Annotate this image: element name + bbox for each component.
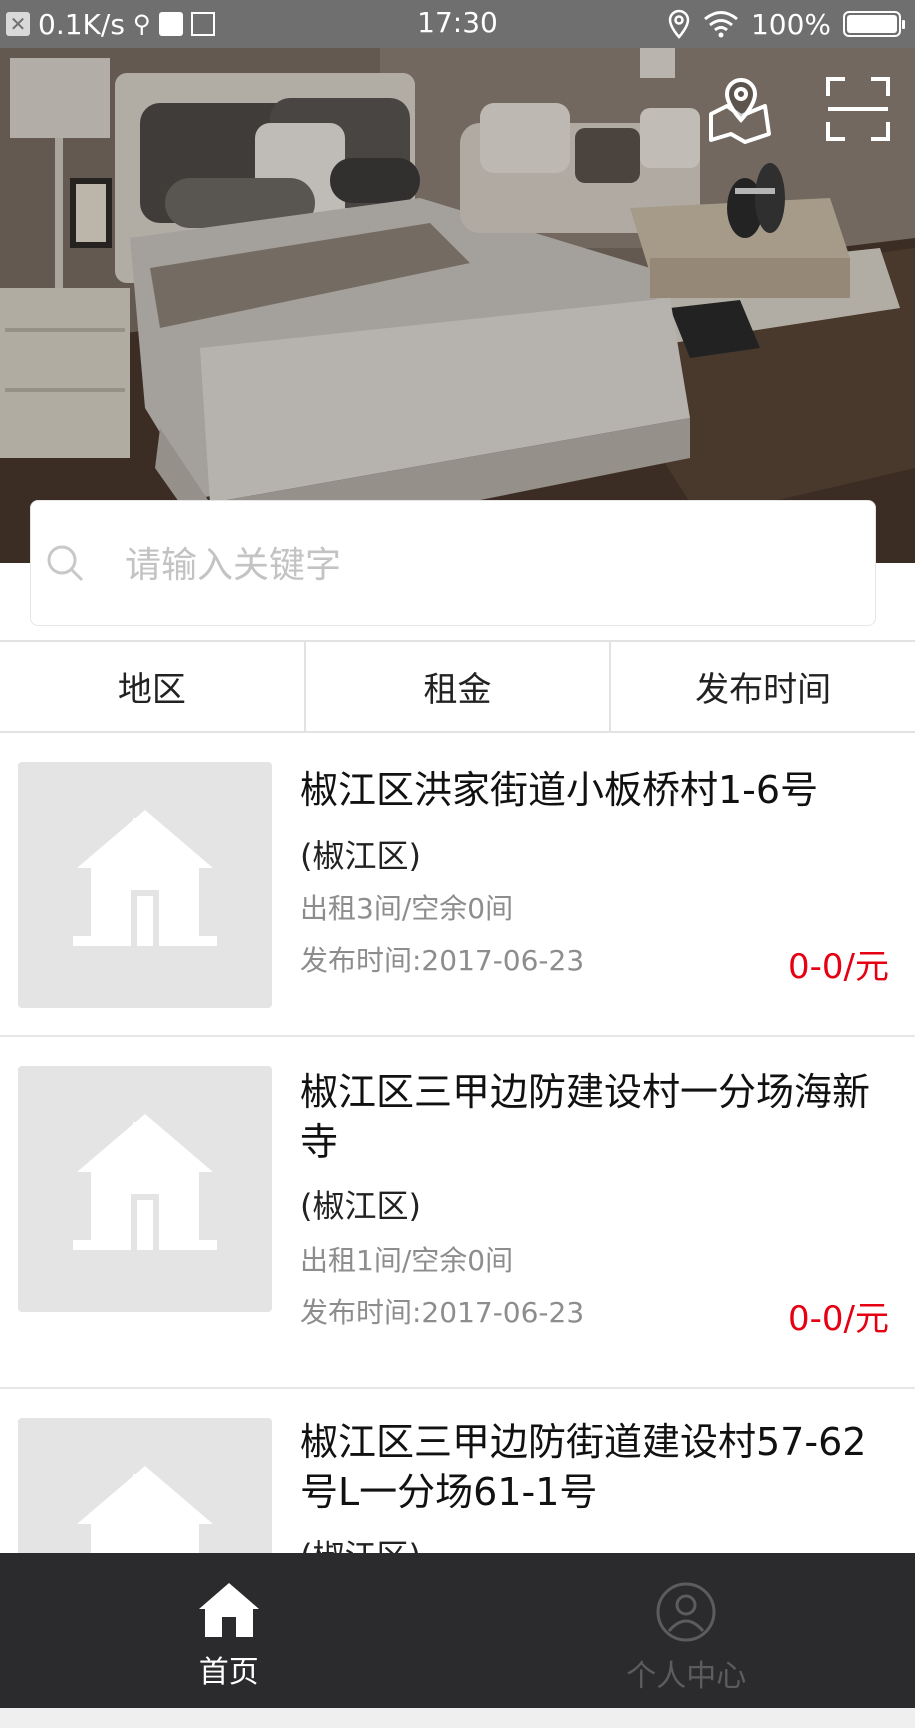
listing-title: 椒江区三甲边防建设村一分场海新寺 [300,1070,871,1164]
listing-district: (椒江区) [300,837,421,875]
location-icon [668,9,690,39]
tab-profile-label: 个人中心 [626,1659,747,1694]
search-input[interactable] [125,535,825,595]
filter-rent[interactable]: 租金 [306,642,612,731]
listing-title: 椒江区三甲边防街道建设村57-62号L一分场61-1号 [300,1420,867,1514]
battery-percent: 100% [750,7,831,41]
filter-publish-time[interactable]: 发布时间 [611,642,915,731]
listing-rooms: 出租3间/空余0间 [300,892,514,925]
listing-price: 0-0/元 [788,1299,889,1339]
house-placeholder-icon [73,810,217,946]
tab-profile[interactable]: 个人中心 [458,1553,915,1708]
house-placeholder-icon [73,1114,217,1250]
search-icon [47,545,84,582]
listing-thumbnail [18,762,272,1008]
bottom-strip [0,1708,915,1728]
map-location-icon[interactable] [705,74,775,144]
home-icon [198,1583,259,1637]
bedroom-illustration [0,48,915,563]
listing-district: (椒江区) [300,1187,421,1225]
tab-home[interactable]: 首页 [0,1553,458,1708]
wifi-icon [703,11,738,38]
user-icon [656,1582,716,1642]
listing-thumbnail [18,1066,272,1312]
filter-region[interactable]: 地区 [0,642,306,731]
scan-icon[interactable] [825,76,895,146]
list-item[interactable]: 椒江区洪家街道小板桥村1-6号 (椒江区) 出租3间/空余0间 发布时间:201… [0,735,915,1037]
listing-rooms: 出租1间/空余0间 [300,1244,514,1277]
status-bar: ✕ 0.1K/s ⚲ 17:30 100% [0,0,915,48]
listing-title: 椒江区洪家街道小板桥村1-6号 [300,768,819,812]
search-box[interactable] [30,500,876,626]
listing-date: 发布时间:2017-06-23 [300,944,585,977]
list-item[interactable]: 椒江区三甲边防建设村一分场海新寺 (椒江区) 出租1间/空余0间 发布时间:20… [0,1039,915,1389]
listing-price: 0-0/元 [788,947,889,987]
battery-icon [843,11,905,37]
tab-home-label: 首页 [198,1655,259,1690]
listing-date: 发布时间:2017-06-23 [300,1296,585,1329]
filter-bar: 地区 租金 发布时间 [0,640,915,733]
status-right: 100% [667,0,905,48]
hero-banner [0,48,915,563]
bottom-tab-bar: 首页 个人中心 [0,1553,915,1708]
